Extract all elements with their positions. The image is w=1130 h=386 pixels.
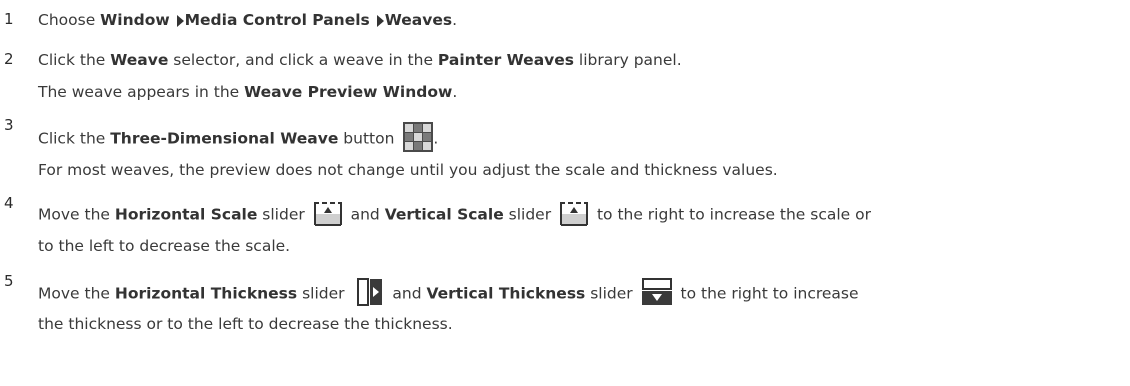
step-number: 4: [4, 194, 14, 212]
step-number: 5: [4, 272, 14, 290]
step-number: 2: [4, 50, 14, 68]
horizontal-thickness-slider-icon: [357, 278, 383, 306]
weave-selector-label: Weave: [110, 51, 169, 69]
step-text: Click the Weave selector, and click a we…: [38, 51, 682, 69]
step-text: Move the Horizontal Thickness slider and…: [38, 278, 859, 308]
step-text: Click the Three-Dimensional Weave button…: [38, 122, 438, 154]
step-note: For most weaves, the preview does not ch…: [38, 161, 778, 179]
horizontal-thickness-label: Horizontal Thickness: [114, 284, 298, 303]
vertical-thickness-label: Vertical Thickness: [426, 284, 586, 303]
menu-weaves: Weaves: [384, 11, 453, 29]
three-dimensional-weave-icon: [403, 122, 434, 152]
weave-preview-window-label: Weave Preview Window: [244, 83, 453, 101]
menu-media-control-panels: Media Control Panels: [184, 11, 370, 29]
horizontal-scale-slider-icon: [313, 200, 343, 226]
step-text: Choose Window Media Control Panels Weave…: [38, 11, 458, 29]
three-dimensional-weave-label: Three-Dimensional Weave: [110, 129, 339, 148]
triangle-right-icon: [376, 14, 384, 27]
step-number: 3: [4, 116, 14, 134]
vertical-thickness-slider-icon: [641, 278, 672, 306]
step-note: The weave appears in the Weave Preview W…: [38, 83, 458, 101]
horizontal-scale-label: Horizontal Scale: [114, 205, 258, 224]
vertical-scale-label: Vertical Scale: [384, 205, 504, 224]
step-text-continued: the thickness or to the left to decrease…: [38, 315, 453, 333]
step-text: Move the Horizontal Scale slider and Ver…: [38, 202, 871, 228]
step-text-continued: to the left to decrease the scale.: [38, 237, 291, 255]
menu-window: Window: [100, 11, 170, 29]
triangle-right-icon: [176, 14, 184, 27]
painter-weaves-label: Painter Weaves: [437, 51, 574, 69]
vertical-scale-slider-icon: [559, 200, 589, 226]
step-number: 1: [4, 10, 14, 28]
